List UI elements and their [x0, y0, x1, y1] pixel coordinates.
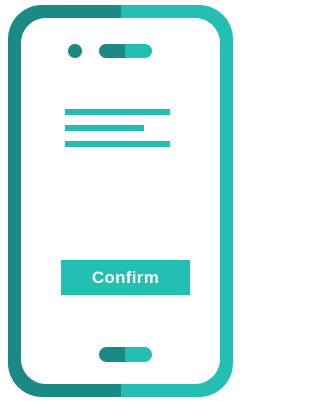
home-indicator-left-segment [99, 347, 125, 362]
phone-screen [21, 18, 220, 384]
speaker-left-segment [99, 44, 125, 58]
speaker-right-segment [125, 44, 152, 58]
home-indicator-icon[interactable] [99, 347, 152, 362]
home-indicator-right-segment [125, 347, 152, 362]
confirm-button[interactable]: Confirm [61, 260, 190, 295]
text-line-placeholder [65, 125, 144, 131]
text-line-placeholder [65, 109, 170, 115]
speaker-slot-icon [99, 44, 152, 58]
text-line-placeholder [65, 141, 170, 147]
phone-frame [8, 5, 233, 397]
camera-dot-icon [68, 44, 82, 58]
